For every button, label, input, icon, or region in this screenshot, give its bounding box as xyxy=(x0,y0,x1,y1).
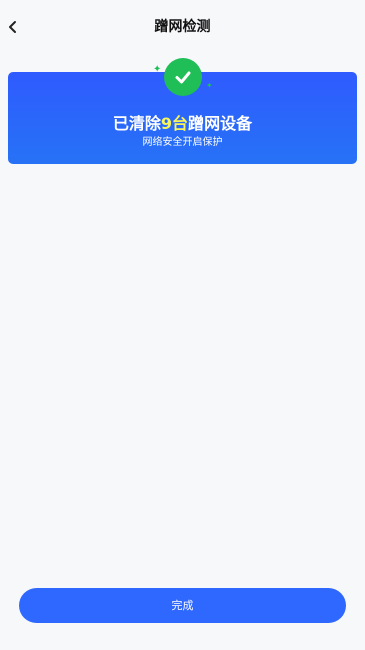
result-subline: 网络安全开启保护 xyxy=(142,137,223,148)
done-button[interactable]: 完成 xyxy=(19,588,346,623)
check-circle-icon xyxy=(164,58,202,96)
device-count: 9台 xyxy=(160,114,189,133)
headline-prefix: 已清除 xyxy=(112,114,161,133)
page-title: 蹭网检测 xyxy=(154,19,211,35)
result-headline: 已清除9台蹭网设备 xyxy=(8,113,357,135)
headline-suffix: 蹭网设备 xyxy=(188,114,253,133)
sparkle-icon: ✦ xyxy=(206,81,213,90)
top-bar: 蹭网检测 xyxy=(0,0,365,56)
sparkle-icon: ✦ xyxy=(153,64,162,75)
